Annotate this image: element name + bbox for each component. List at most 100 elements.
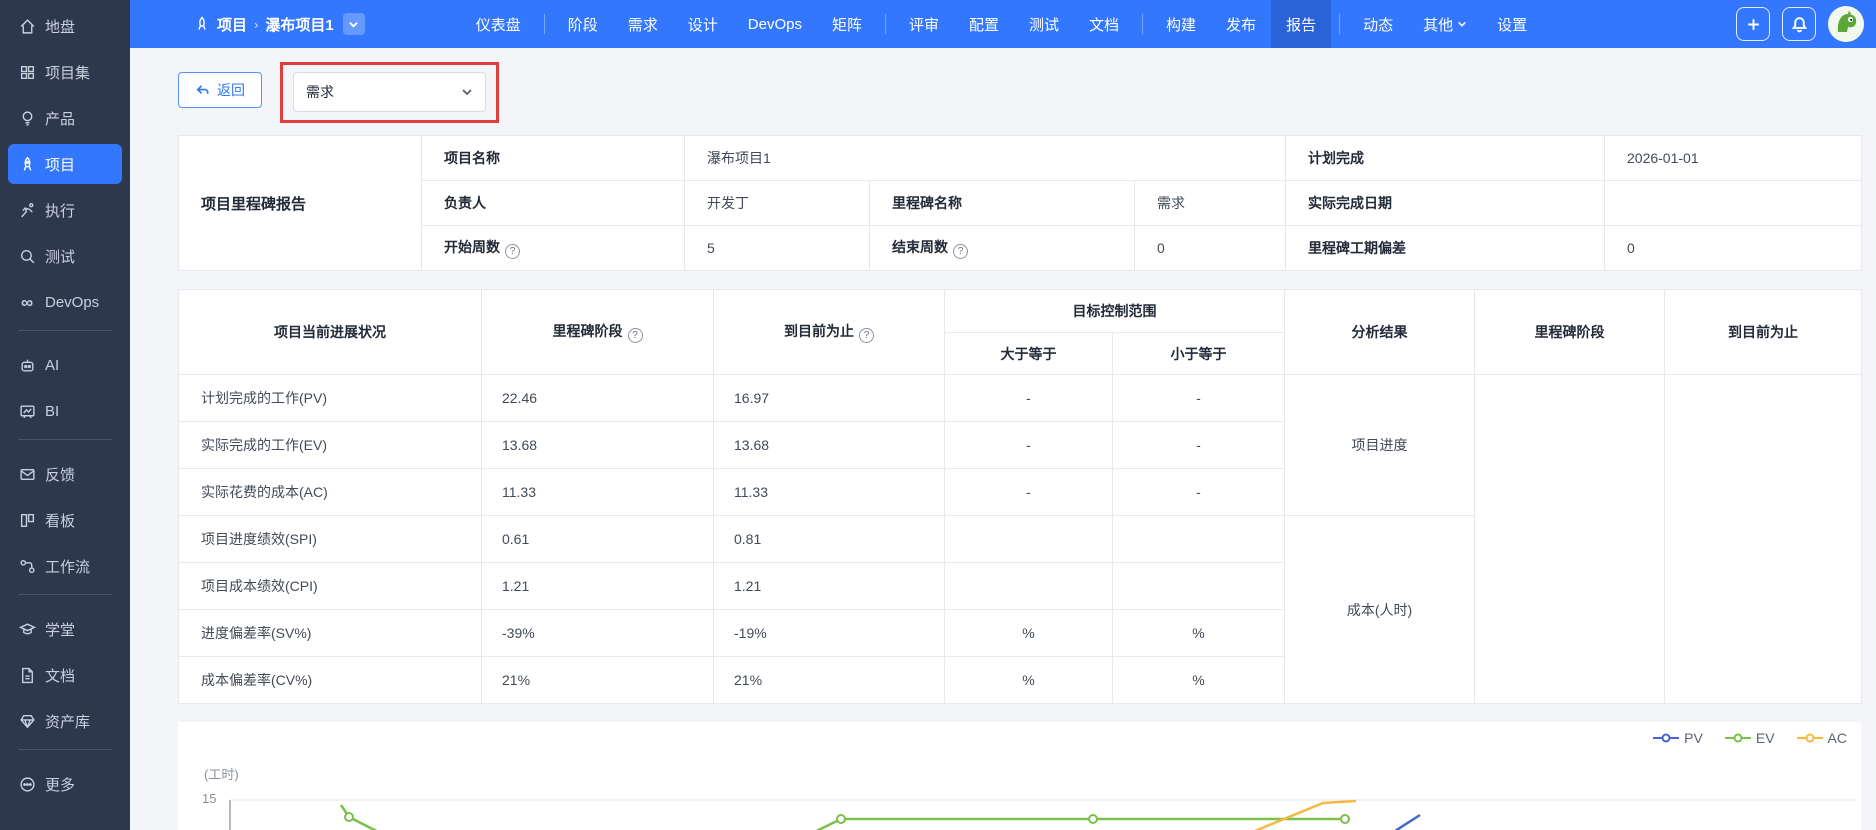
breadcrumb[interactable]: 项目 › 瀑布项目1 bbox=[194, 13, 365, 35]
metric-value: 21% bbox=[482, 657, 714, 704]
sidebar-item-doc[interactable]: 文档 bbox=[8, 655, 122, 695]
metric-value: 21% bbox=[714, 657, 945, 704]
graduation-icon bbox=[18, 620, 36, 638]
nav-label: 其他 bbox=[1423, 14, 1453, 35]
nav-item-design[interactable]: 设计 bbox=[673, 0, 733, 48]
topbar: 项目 › 瀑布项目1 仪表盘 阶段 需求 设计 DevOps 矩阵 评审 配置 … bbox=[130, 0, 1876, 48]
nav-label: 发布 bbox=[1226, 14, 1256, 35]
sidebar-item-execution[interactable]: 执行 bbox=[8, 190, 122, 230]
sidebar-item-dashboard[interactable]: 地盘 bbox=[8, 6, 122, 46]
milestone-stage-empty-cell bbox=[1475, 375, 1665, 704]
rocket-icon bbox=[18, 155, 36, 173]
sidebar-item-devops[interactable]: ∞ DevOps bbox=[8, 282, 122, 322]
column-header: 小于等于 bbox=[1113, 333, 1285, 375]
field-label: 负责人 bbox=[422, 181, 685, 226]
metric-value: 1.21 bbox=[714, 563, 945, 610]
analysis-result: 成本(人时) bbox=[1285, 516, 1475, 704]
sidebar-item-feedback[interactable]: 反馈 bbox=[8, 454, 122, 494]
nav-item-release[interactable]: 发布 bbox=[1211, 0, 1271, 48]
nav-item-other[interactable]: 其他 bbox=[1408, 0, 1482, 48]
sidebar-divider bbox=[18, 594, 112, 595]
magnifier-icon bbox=[18, 247, 36, 265]
metric-value: % bbox=[945, 610, 1113, 657]
back-button[interactable]: 返回 bbox=[178, 72, 262, 108]
sidebar-item-qa[interactable]: 测试 bbox=[8, 236, 122, 276]
sidebar-item-label: 更多 bbox=[45, 774, 75, 795]
nav-label: 需求 bbox=[628, 14, 658, 35]
nav-item-report[interactable]: 报告 bbox=[1271, 0, 1331, 48]
to-date-empty-cell bbox=[1665, 375, 1862, 704]
create-button[interactable] bbox=[1736, 7, 1770, 41]
progress-table: 项目当前进展状况 里程碑阶段? 到目前为止? 目标控制范围 分析结果 里程碑阶段… bbox=[178, 289, 1862, 704]
milestone-filter-select[interactable]: 需求 bbox=[293, 72, 486, 112]
sidebar-item-ai[interactable]: AI bbox=[8, 345, 122, 385]
sidebar-item-more[interactable]: 更多 bbox=[8, 764, 122, 804]
nav-item-story[interactable]: 需求 bbox=[613, 0, 673, 48]
avatar[interactable] bbox=[1828, 6, 1864, 42]
field-label: 计划完成 bbox=[1286, 136, 1605, 181]
nav-label: 测试 bbox=[1029, 14, 1059, 35]
nav-item-stage[interactable]: 阶段 bbox=[553, 0, 613, 48]
metric-value: 22.46 bbox=[482, 375, 714, 422]
breadcrumb-chevron-down-icon[interactable] bbox=[343, 13, 365, 35]
bell-icon bbox=[1791, 16, 1808, 33]
sidebar-item-label: 测试 bbox=[45, 246, 75, 267]
metric-value: - bbox=[945, 422, 1113, 469]
nav-item-settings[interactable]: 设置 bbox=[1482, 0, 1542, 48]
sidebar-item-program[interactable]: 项目集 bbox=[8, 52, 122, 92]
nav-item-devops[interactable]: DevOps bbox=[733, 0, 817, 48]
sidebar-item-kanban[interactable]: 看板 bbox=[8, 500, 122, 540]
metric-value: % bbox=[1113, 657, 1285, 704]
sidebar-item-label: BI bbox=[45, 403, 59, 420]
milestone-summary-table: 项目里程碑报告 项目名称 瀑布项目1 计划完成 2026-01-01 负责人 开… bbox=[178, 135, 1862, 271]
column-header: 到目前为止 bbox=[1665, 290, 1862, 375]
metric-value: 13.68 bbox=[482, 422, 714, 469]
metric-value: 11.33 bbox=[714, 469, 945, 516]
column-header-group: 目标控制范围 bbox=[945, 290, 1285, 333]
nav-item-build[interactable]: 构建 bbox=[1151, 0, 1211, 48]
nav-label: 构建 bbox=[1166, 14, 1196, 35]
help-icon[interactable]: ? bbox=[859, 328, 874, 343]
field-label: 里程碑工期偏差 bbox=[1286, 226, 1605, 271]
nav-item-review[interactable]: 评审 bbox=[894, 0, 954, 48]
column-header: 到目前为止 bbox=[784, 323, 854, 339]
sidebar-item-label: AI bbox=[45, 357, 59, 374]
nav-item-doc[interactable]: 文档 bbox=[1074, 0, 1134, 48]
nav-label: 设计 bbox=[688, 14, 718, 35]
nav-label: 报告 bbox=[1286, 14, 1316, 35]
sidebar-item-assets[interactable]: 资产库 bbox=[8, 701, 122, 741]
nav-item-config[interactable]: 配置 bbox=[954, 0, 1014, 48]
notifications-button[interactable] bbox=[1782, 7, 1816, 41]
nav-item-dashboard[interactable]: 仪表盘 bbox=[461, 0, 536, 48]
column-header: 分析结果 bbox=[1285, 290, 1475, 375]
metric-value: - bbox=[1113, 469, 1285, 516]
metric-label: 实际花费的成本(AC) bbox=[179, 469, 482, 516]
nav-divider bbox=[885, 14, 886, 34]
nav-item-matrix[interactable]: 矩阵 bbox=[817, 0, 877, 48]
metric-value: - bbox=[945, 375, 1113, 422]
help-icon[interactable]: ? bbox=[628, 328, 643, 343]
help-icon[interactable]: ? bbox=[953, 244, 968, 259]
help-icon[interactable]: ? bbox=[505, 244, 520, 259]
report-title: 项目里程碑报告 bbox=[179, 136, 422, 271]
field-value: 2026-01-01 bbox=[1605, 136, 1862, 181]
sidebar-item-bi[interactable]: BI bbox=[8, 391, 122, 431]
sidebar-item-workflow[interactable]: 工作流 bbox=[8, 546, 122, 586]
analysis-result: 项目进度 bbox=[1285, 375, 1475, 516]
metric-value: 11.33 bbox=[482, 469, 714, 516]
nav-label: 配置 bbox=[969, 14, 999, 35]
metric-value bbox=[1113, 563, 1285, 610]
lightbulb-icon bbox=[18, 109, 36, 127]
breadcrumb-section[interactable]: 项目 bbox=[217, 14, 247, 35]
nav-item-test[interactable]: 测试 bbox=[1014, 0, 1074, 48]
sidebar-item-product[interactable]: 产品 bbox=[8, 98, 122, 138]
nav-item-dynamic[interactable]: 动态 bbox=[1348, 0, 1408, 48]
topbar-actions bbox=[1736, 6, 1864, 42]
infinity-icon: ∞ bbox=[18, 293, 36, 311]
field-value: 0 bbox=[1135, 226, 1286, 271]
column-header: 项目当前进展状况 bbox=[179, 290, 482, 375]
sidebar-item-project[interactable]: 项目 bbox=[8, 144, 122, 184]
sidebar-item-tutorial[interactable]: 学堂 bbox=[8, 609, 122, 649]
metric-value: % bbox=[945, 657, 1113, 704]
breadcrumb-current[interactable]: 瀑布项目1 bbox=[265, 14, 333, 35]
